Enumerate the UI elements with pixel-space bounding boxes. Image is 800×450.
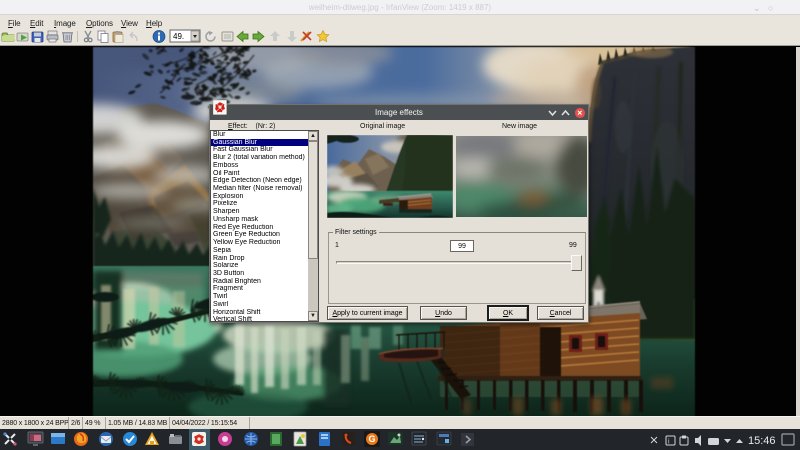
svg-text:G: G	[369, 434, 376, 444]
svg-text:15:46: 15:46	[748, 435, 776, 447]
svg-text:i: i	[668, 439, 670, 446]
svg-text:49.: 49.	[173, 32, 184, 41]
